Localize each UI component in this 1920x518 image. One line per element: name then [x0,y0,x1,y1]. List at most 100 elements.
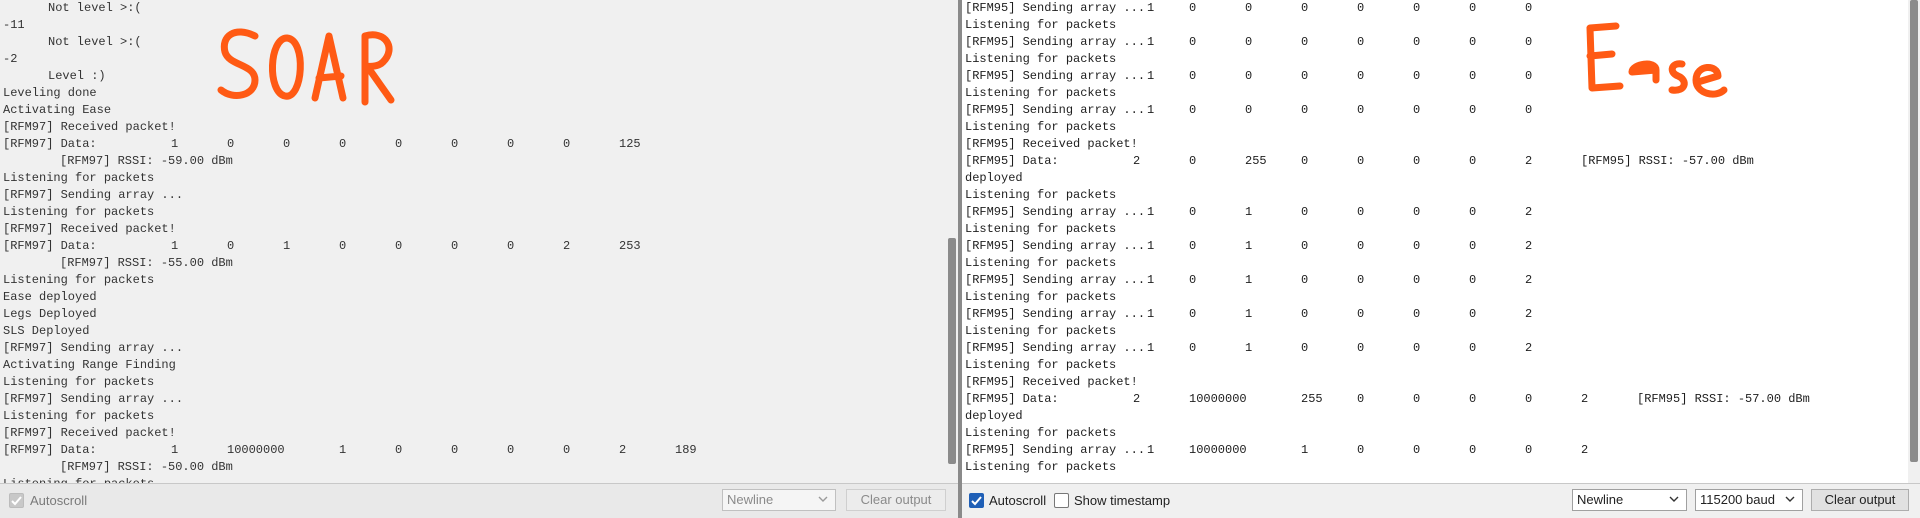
log-text: 0 [1357,273,1365,287]
autoscroll-checkbox-ease[interactable] [969,493,984,508]
log-text: 0 [507,137,515,151]
log-line: [RFM97] Received packet! [0,425,946,442]
log-text: 0 [1413,341,1421,355]
log-text: -2 [3,52,18,66]
log-text: 1 [1245,341,1253,355]
log-line: [RFM95] Sending array ... 1 0 1 0 0 0 0 2 [962,340,1908,357]
log-text: Listening for packets [3,409,155,423]
log-line: [RFM97] Received packet! [0,119,946,136]
log-text: 2 [1133,392,1141,406]
log-text: Ease deployed [3,290,97,304]
scrollbar-soar[interactable] [946,0,958,484]
log-text: 0 [1245,69,1253,83]
log-line: Listening for packets [962,323,1908,340]
log-line: [RFM97] Data: 1 10000000 1 0 0 0 0 2 189 [0,442,946,459]
log-text: 0 [1469,307,1477,321]
log-text: [RFM95] Sending array ... [965,239,1146,253]
log-text: 0 [1413,443,1421,457]
log-text: Listening for packets [965,120,1117,134]
log-line: -11 [0,17,946,34]
log-text: 0 [1245,35,1253,49]
scrollbar-thumb-ease[interactable] [1910,0,1918,462]
log-text: [RFM95] Sending array ... [965,103,1146,117]
log-text: 10000000 [1189,443,1247,457]
autoscroll-checkbox-soar[interactable] [9,493,24,508]
log-text: [RFM97] RSSI: -50.00 dBm [60,460,233,474]
log-line: Listening for packets [962,51,1908,68]
log-text: Level :) [48,69,106,83]
log-text: Listening for packets [3,375,155,389]
log-text: Listening for packets [965,324,1117,338]
log-text: 2 [619,443,627,457]
log-text: 0 [283,137,291,151]
baud-rate-select[interactable]: 115200 baud [1695,489,1803,511]
log-line: Listening for packets [962,17,1908,34]
log-text: [RFM95] Sending array ... [965,1,1146,15]
log-text: 2 [1525,154,1533,168]
log-line: [RFM97] Data: 1 0 0 0 0 0 0 0 125 [0,136,946,153]
log-text: 1 [1245,273,1253,287]
show-timestamp-checkbox[interactable] [1054,493,1069,508]
log-text: 0 [1469,341,1477,355]
serial-output-ease[interactable]: [RFM95] Sending array ... 1 0 0 0 0 0 0 0 Listeni… [962,0,1908,484]
log-line: SLS Deployed [0,323,946,340]
log-text: 0 [1525,103,1533,117]
scrollbar-ease[interactable] [1908,0,1920,484]
serial-output-soar[interactable]: Not level >:(-11 Not level >:(-2 Level :) L… [0,0,946,484]
log-text: Activating Ease [3,103,112,117]
log-text: 0 [227,239,235,253]
log-line: Activating Ease [0,102,946,119]
clear-output-button-ease[interactable]: Clear output [1811,489,1909,511]
clear-output-button-soar[interactable]: Clear output [846,489,946,511]
log-line: deployed [962,408,1908,425]
log-line: -2 [0,51,946,68]
log-line: Activating Range Finding [0,357,946,374]
log-text: 1 [1147,35,1155,49]
log-line: [RFM95] Received packet! [962,136,1908,153]
log-text: 0 [1469,103,1477,117]
log-text: [RFM95] Sending array ... [965,341,1146,355]
log-text: 0 [1413,35,1421,49]
autoscroll-label-soar: Autoscroll [30,493,88,508]
log-text: 1 [1301,443,1309,457]
log-text: 0 [1357,103,1365,117]
log-text: 0 [1357,154,1365,168]
log-text: 0 [1357,307,1365,321]
log-text: 0 [1189,307,1197,321]
log-line: Listening for packets [962,425,1908,442]
log-text: 0 [1301,154,1309,168]
checkmark-icon [971,496,982,506]
baud-rate-value: 115200 baud [1700,492,1775,507]
log-text: Listening for packets [965,52,1117,66]
log-text: Listening for packets [965,86,1117,100]
log-text: Listening for packets [965,256,1117,270]
log-text: 0 [1413,103,1421,117]
log-text: 0 [1357,392,1365,406]
log-line: [RFM95] Data: 2 10000000 255 0 0 0 0 2 [RFM95] RS… [962,391,1908,408]
line-ending-select-soar[interactable]: Newline [722,489,836,511]
log-text: 2 [1525,239,1533,253]
chevron-down-icon [1785,496,1795,502]
log-text: 0 [1525,392,1533,406]
log-text: [RFM95] Sending array ... [965,307,1146,321]
log-text: 0 [1469,239,1477,253]
log-text: Listening for packets [965,358,1117,372]
log-text: Listening for packets [3,205,155,219]
log-text: 0 [1301,1,1309,15]
log-text: 0 [1301,307,1309,321]
log-line: [RFM95] Sending array ... 1 0 1 0 0 0 0 2 [962,272,1908,289]
log-text: 1 [1245,205,1253,219]
log-text: Listening for packets [3,171,155,185]
log-line: [RFM97] RSSI: -55.00 dBm [0,255,946,272]
log-line: Listening for packets [962,255,1908,272]
log-line: Listening for packets [962,459,1908,476]
log-line: Listening for packets [962,187,1908,204]
log-text: [RFM97] Data: [3,443,97,457]
log-text: 1 [339,443,347,457]
line-ending-select-ease[interactable]: Newline [1572,489,1687,511]
log-text: [RFM97] Received packet! [3,222,176,236]
log-text: [RFM97] RSSI: -59.00 dBm [60,154,233,168]
log-text: [RFM97] RSSI: -55.00 dBm [60,256,233,270]
toolbar-soar: Autoscroll Newline Clear output [0,483,958,518]
scrollbar-thumb-soar[interactable] [948,238,956,464]
